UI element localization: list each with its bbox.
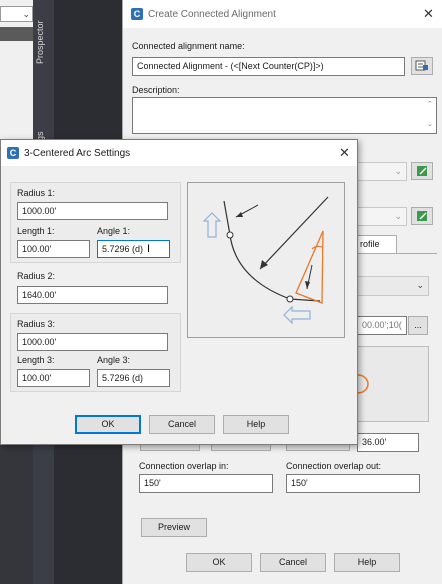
tab-profile-label: rofile bbox=[360, 239, 380, 249]
overlap-out-label: Connection overlap out: bbox=[286, 461, 382, 471]
radius3-label: Radius 3: bbox=[17, 319, 56, 329]
dialog-titlebar: C Create Connected Alignment ✕ bbox=[123, 0, 442, 28]
help-button[interactable]: Help bbox=[334, 553, 400, 572]
length3-label: Length 3: bbox=[17, 355, 55, 365]
label-set-dropdown[interactable]: ⌄ bbox=[357, 207, 407, 226]
name-template-icon bbox=[415, 60, 428, 71]
scroll-up-icon: ⌃ bbox=[427, 101, 433, 108]
radius2-label: Radius 2: bbox=[17, 271, 56, 281]
arc-start-point bbox=[226, 231, 234, 239]
civil3d-app-icon: C bbox=[131, 8, 143, 20]
chevron-down-icon: ⌄ bbox=[394, 211, 402, 221]
connection-preview-box bbox=[357, 346, 429, 422]
arc-curve bbox=[229, 234, 291, 300]
right-value-field[interactable]: 36.00' bbox=[357, 433, 419, 452]
browse-button[interactable]: ... bbox=[408, 316, 428, 335]
radius1-field[interactable]: 1000.00' bbox=[17, 202, 168, 220]
chevron-down-icon: ⌄ bbox=[394, 166, 402, 176]
edit-style-icon bbox=[417, 166, 427, 176]
length1-label: Length 1: bbox=[17, 226, 55, 236]
angle1-label: Angle 1: bbox=[97, 226, 131, 236]
style-dropdown[interactable]: ⌄ bbox=[357, 162, 407, 181]
arc-dialog-titlebar: C 3-Centered Arc Settings ✕ bbox=[1, 140, 357, 166]
arc-diagram-preview bbox=[187, 182, 345, 338]
tab-prospector[interactable]: Prospector bbox=[35, 8, 53, 64]
overlap-out-field[interactable]: 150' bbox=[286, 474, 420, 493]
description-field[interactable] bbox=[132, 97, 437, 134]
chevron-down-icon: ⌄ bbox=[22, 9, 30, 19]
scroll-down-icon: ⌄ bbox=[427, 121, 433, 128]
arc-cancel-button[interactable]: Cancel bbox=[149, 415, 215, 434]
description-scrollbar[interactable]: ⌃ ⌄ bbox=[426, 98, 436, 133]
style-edit-button[interactable] bbox=[411, 162, 433, 180]
palette-lower-area bbox=[0, 438, 33, 584]
connection-type-dropdown[interactable]: ⌄ bbox=[357, 276, 429, 296]
chevron-down-icon: ⌄ bbox=[416, 280, 424, 290]
radius2-field[interactable]: 1640.00' bbox=[17, 286, 168, 304]
length3-field[interactable]: 100.00' bbox=[17, 369, 90, 387]
radius3-field[interactable]: 1000.00' bbox=[17, 333, 168, 351]
radius-triangle bbox=[295, 230, 324, 304]
angle1-field[interactable]: 5.7296 (d) bbox=[97, 240, 170, 258]
direction-arrow-up-icon bbox=[202, 212, 222, 238]
preview-button[interactable]: Preview bbox=[141, 518, 207, 537]
angle3-field[interactable]: 5.7296 (d) bbox=[97, 369, 170, 387]
palette-dropdown[interactable]: ⌄ bbox=[0, 6, 33, 22]
three-centered-arc-diagram bbox=[202, 196, 329, 325]
dialog-title: Create Connected Alignment bbox=[148, 9, 276, 20]
name-template-button[interactable] bbox=[411, 57, 433, 75]
description-label: Description: bbox=[132, 85, 180, 95]
name-label: Connected alignment name: bbox=[132, 41, 245, 51]
label-set-edit-button[interactable] bbox=[411, 207, 433, 225]
arc-end-point bbox=[286, 295, 294, 303]
palette-selected-row[interactable] bbox=[0, 27, 33, 41]
direction-arrow-left-icon bbox=[283, 305, 311, 325]
civil3d-app-icon: C bbox=[7, 147, 19, 159]
station-range-field[interactable]: 00.00';10( bbox=[357, 316, 407, 335]
length1-field[interactable]: 100.00' bbox=[17, 240, 90, 258]
overlap-in-label: Connection overlap in: bbox=[139, 461, 229, 471]
overlap-in-field[interactable]: 150' bbox=[139, 474, 273, 493]
text-cursor-icon: I bbox=[147, 243, 151, 255]
close-icon[interactable]: ✕ bbox=[423, 6, 434, 22]
close-icon[interactable]: ✕ bbox=[339, 145, 350, 161]
tab-profile[interactable]: rofile bbox=[357, 235, 397, 253]
alignment-name-field[interactable]: Connected Alignment - (<[Next Counter(CP… bbox=[132, 57, 405, 76]
arc-settings-dialog: C 3-Centered Arc Settings ✕ Radius 1: 10… bbox=[0, 139, 358, 445]
arc-preview-icon bbox=[358, 374, 369, 394]
arc-help-button[interactable]: Help bbox=[223, 415, 289, 434]
edit-labelset-icon bbox=[417, 211, 427, 221]
radius1-label: Radius 1: bbox=[17, 188, 56, 198]
angle3-label: Angle 3: bbox=[97, 355, 131, 365]
arc-ok-button[interactable]: OK bbox=[75, 415, 141, 434]
arc-dialog-title: 3-Centered Arc Settings bbox=[24, 148, 131, 159]
ok-button[interactable]: OK bbox=[186, 553, 252, 572]
cancel-button[interactable]: Cancel bbox=[260, 553, 326, 572]
